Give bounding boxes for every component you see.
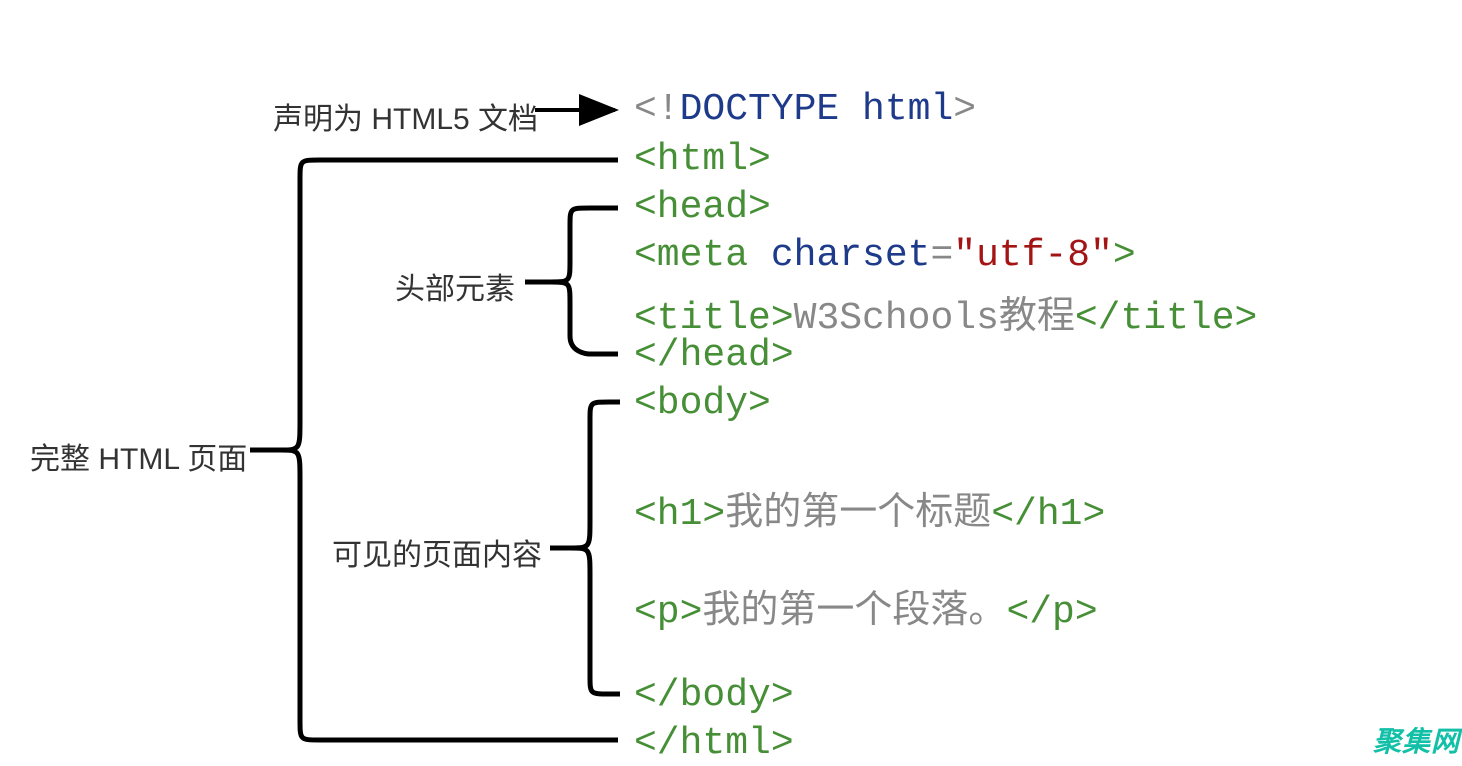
connectors-svg [0, 0, 1462, 764]
brace-body [570, 402, 610, 694]
watermark-text: 聚集网 [1373, 720, 1460, 760]
brace-fullpage [280, 160, 320, 740]
brace-head [550, 208, 590, 354]
